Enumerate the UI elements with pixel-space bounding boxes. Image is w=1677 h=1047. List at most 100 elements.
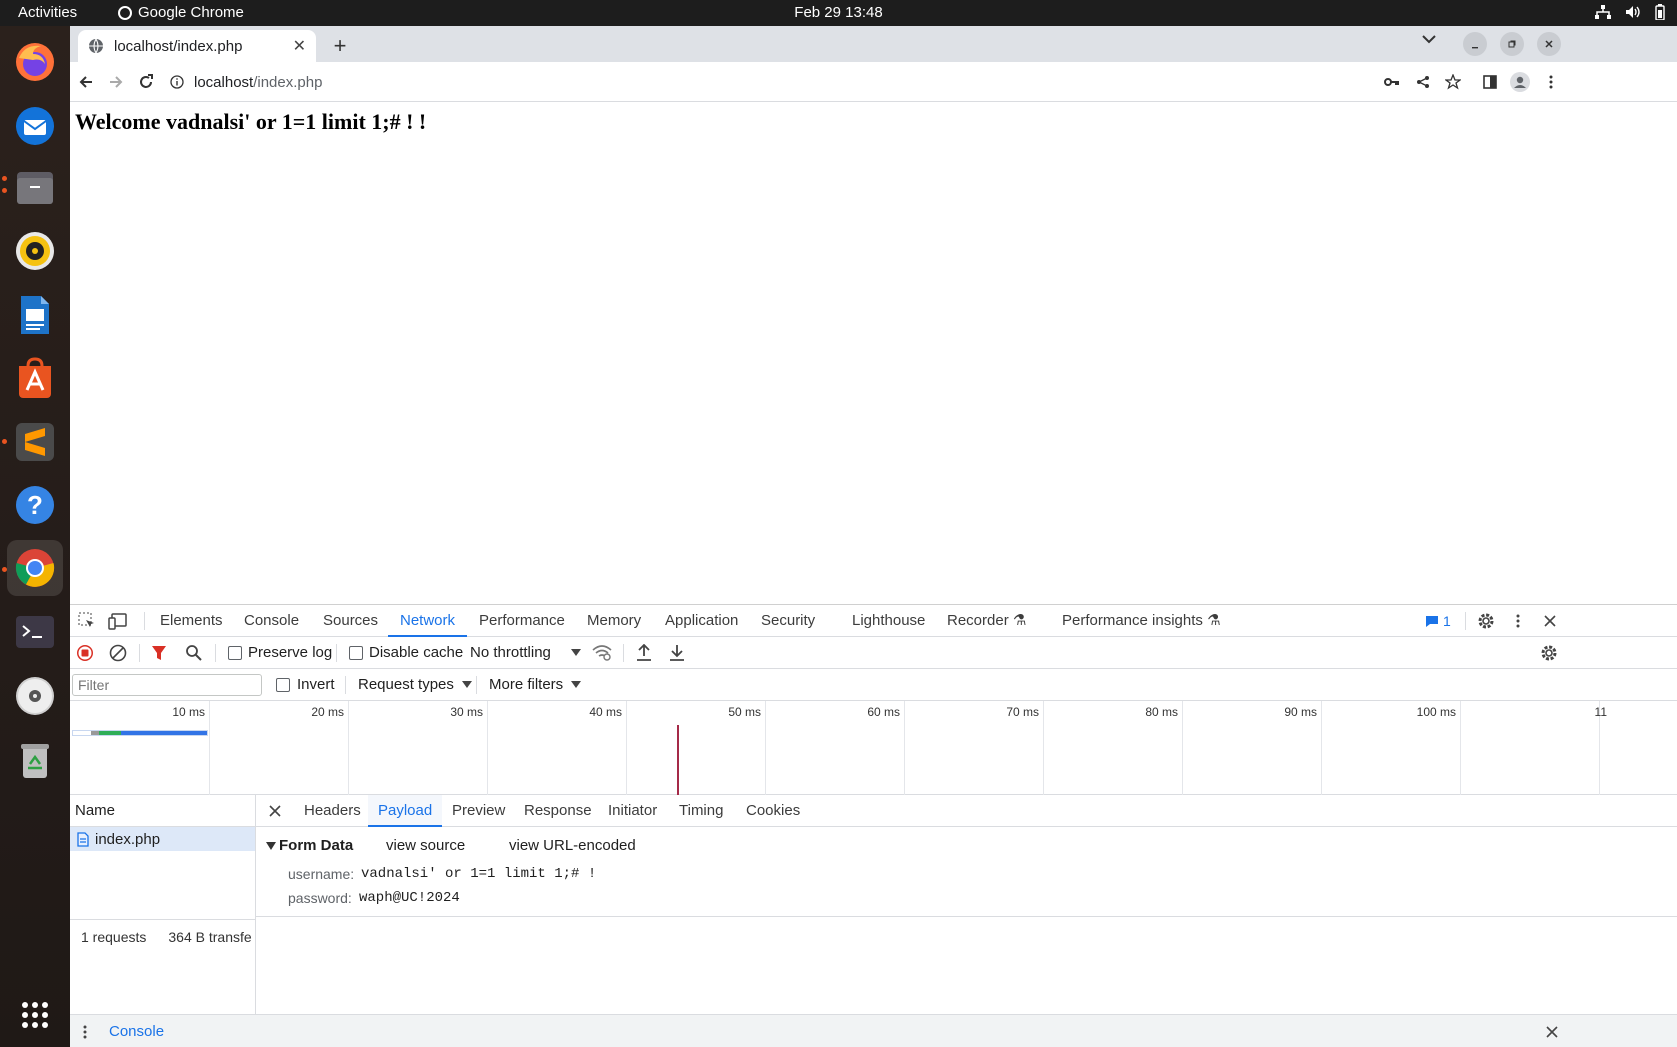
back-button[interactable] [72, 68, 100, 96]
import-har-icon[interactable] [636, 644, 652, 662]
more-filters-dropdown[interactable]: More filters [489, 676, 582, 693]
share-icon[interactable] [1413, 72, 1433, 92]
device-toolbar-icon[interactable] [108, 612, 128, 630]
tab-memory[interactable]: Memory [583, 605, 645, 637]
request-bar [72, 730, 208, 736]
tab-cookies[interactable]: Cookies [736, 795, 810, 827]
rhythmbox-icon[interactable] [7, 223, 63, 279]
inspect-element-icon[interactable] [78, 612, 96, 630]
thunderbird-icon[interactable] [7, 98, 63, 154]
dock: ? [0, 26, 70, 1047]
tab-preview[interactable]: Preview [442, 795, 515, 827]
issues-badge[interactable]: 1 [1425, 613, 1451, 629]
disable-cache-checkbox[interactable] [349, 646, 363, 660]
drawer-menu-icon[interactable] [83, 1025, 87, 1039]
timeline-tick-label: 11 [1594, 705, 1607, 719]
bookmark-star-icon[interactable] [1443, 72, 1463, 92]
drawer-console-tab[interactable]: Console [109, 1023, 164, 1040]
view-source-button[interactable]: view source [386, 837, 465, 854]
tab-initiator[interactable]: Initiator [598, 795, 667, 827]
document-icon [77, 831, 89, 847]
list-item[interactable]: index.php [70, 827, 255, 851]
restore-button[interactable] [1500, 32, 1524, 56]
more-filters-label: More filters [489, 676, 564, 693]
clear-icon[interactable] [109, 644, 127, 662]
tab-elements[interactable]: Elements [156, 605, 227, 637]
network-conditions-icon[interactable] [592, 645, 612, 661]
terminal-icon[interactable] [7, 604, 63, 660]
tab-sources[interactable]: Sources [319, 605, 382, 637]
tab-performance-insights[interactable]: Performance insights ⚗ [1058, 605, 1225, 637]
firefox-icon[interactable] [7, 34, 63, 90]
form-data-section[interactable]: Form Data [266, 837, 353, 854]
timeline-gridline [348, 701, 349, 795]
minimize-button[interactable] [1463, 32, 1487, 56]
throttling-select[interactable]: No throttling [470, 644, 581, 661]
devtools-menu-icon[interactable] [1516, 614, 1520, 628]
new-tab-button[interactable]: + [326, 32, 354, 60]
tab-console[interactable]: Console [240, 605, 303, 637]
timeline-tick-label: 50 ms [728, 705, 761, 719]
tab-response[interactable]: Response [514, 795, 602, 827]
tab-close-icon[interactable]: ✕ [293, 36, 306, 56]
close-detail-icon[interactable] [268, 804, 282, 818]
name-column-header[interactable]: Name [70, 795, 255, 827]
close-devtools-icon[interactable] [1543, 614, 1557, 628]
libreoffice-writer-icon[interactable] [7, 287, 63, 343]
files-icon[interactable] [7, 160, 63, 216]
clock[interactable]: Feb 29 13:48 [0, 4, 1677, 21]
battery-icon [1655, 4, 1665, 20]
tab-recorder[interactable]: Recorder ⚗ [943, 605, 1030, 637]
record-stop-icon[interactable] [76, 644, 94, 662]
preserve-log-checkbox[interactable] [228, 646, 242, 660]
request-count: 1 requests [81, 928, 147, 945]
settings-gear-icon[interactable] [1477, 612, 1495, 630]
username-value: vadnalsi' or 1=1 limit 1;# ! [361, 866, 597, 882]
tab-performance[interactable]: Performance [475, 605, 569, 637]
tab-search-chevron-icon[interactable] [1422, 34, 1436, 44]
tab-timing[interactable]: Timing [669, 795, 733, 827]
transfer-size: 364 B transfe [168, 928, 252, 945]
chrome-menu-icon[interactable] [1541, 72, 1561, 92]
tab-network[interactable]: Network [388, 605, 468, 637]
tab-security[interactable]: Security [757, 605, 819, 637]
view-url-encoded-button[interactable]: view URL-encoded [509, 837, 636, 854]
page-content: Welcome vadnalsi' or 1=1 limit 1;# ! ! [70, 103, 1677, 604]
system-tray[interactable] [1595, 4, 1665, 20]
password-key-icon[interactable] [1382, 72, 1402, 92]
network-overview-timeline[interactable]: 10 ms 20 ms 30 ms 40 ms 50 ms 60 ms 70 ms 80 ms… [70, 701, 1677, 795]
tab-headers[interactable]: Headers [294, 795, 371, 827]
show-apps-icon[interactable] [7, 992, 63, 1038]
site-info-icon[interactable] [170, 75, 184, 89]
tab-lighthouse[interactable]: Lighthouse [848, 605, 929, 637]
volume-icon [1625, 5, 1641, 19]
tab-application[interactable]: Application [661, 605, 742, 637]
reload-button[interactable] [132, 68, 160, 96]
profile-avatar-icon[interactable] [1510, 72, 1530, 92]
tab-payload[interactable]: Payload [368, 795, 443, 827]
address-bar[interactable]: localhost/index.php [170, 66, 1570, 98]
timeline-gridline [209, 701, 210, 795]
chrome-icon[interactable] [7, 540, 63, 596]
network-settings-gear-icon[interactable] [1540, 644, 1558, 662]
dropdown-arrow-icon [571, 681, 582, 688]
request-types-dropdown[interactable]: Request types [358, 676, 472, 693]
side-panel-icon[interactable] [1480, 72, 1500, 92]
disc-icon[interactable] [7, 668, 63, 724]
filter-funnel-icon[interactable] [151, 645, 167, 661]
help-icon[interactable]: ? [7, 477, 63, 533]
trash-icon[interactable] [7, 732, 63, 788]
close-window-button[interactable] [1537, 32, 1561, 56]
search-icon[interactable] [185, 644, 203, 662]
request-types-label: Request types [358, 676, 454, 693]
close-drawer-icon[interactable] [1545, 1025, 1559, 1039]
filter-input[interactable] [72, 674, 262, 696]
invert-checkbox[interactable] [276, 678, 290, 692]
password-value: waph@UC!2024 [359, 890, 460, 906]
browser-tab[interactable]: localhost/index.php ✕ [78, 30, 316, 62]
sublime-text-icon[interactable] [7, 414, 63, 470]
app-center-icon[interactable] [7, 350, 63, 406]
forward-button[interactable] [102, 68, 130, 96]
form-data-title: Form Data [279, 837, 354, 854]
export-har-icon[interactable] [669, 644, 685, 662]
